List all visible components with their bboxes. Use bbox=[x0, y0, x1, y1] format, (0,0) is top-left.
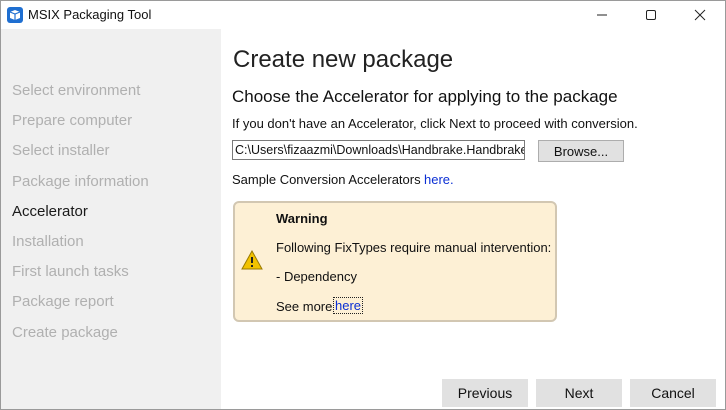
warning-see-more-link[interactable]: here bbox=[332, 297, 364, 314]
minimize-button[interactable] bbox=[579, 1, 625, 29]
msix-app-icon bbox=[6, 6, 24, 24]
previous-button[interactable]: Previous bbox=[442, 379, 528, 407]
wizard-sidebar: Select environment Prepare computer Sele… bbox=[1, 29, 221, 409]
window-title: MSIX Packaging Tool bbox=[28, 7, 152, 22]
sidebar-item-package-report[interactable]: Package report bbox=[12, 293, 114, 310]
browse-button[interactable]: Browse... bbox=[538, 140, 624, 162]
warning-fixtype-item: - Dependency bbox=[276, 269, 357, 284]
section-heading: Choose the Accelerator for applying to t… bbox=[232, 87, 618, 106]
main-panel: Create new package Choose the Accelerato… bbox=[221, 29, 725, 409]
sidebar-item-prepare-computer[interactable]: Prepare computer bbox=[12, 112, 132, 129]
warning-message: Following FixTypes require manual interv… bbox=[276, 240, 552, 255]
sidebar-item-select-environment[interactable]: Select environment bbox=[12, 82, 140, 99]
sidebar-item-installation[interactable]: Installation bbox=[12, 233, 84, 250]
sidebar-item-create-package[interactable]: Create package bbox=[12, 324, 118, 341]
sample-accelerators-link[interactable]: here. bbox=[424, 172, 454, 187]
page-title: Create new package bbox=[233, 46, 454, 73]
warning-panel: Warning Following FixTypes require manua… bbox=[233, 201, 557, 322]
maximize-icon bbox=[646, 10, 656, 20]
cancel-button[interactable]: Cancel bbox=[630, 379, 716, 407]
maximize-button[interactable] bbox=[628, 1, 674, 29]
title-bar: MSIX Packaging Tool bbox=[1, 1, 725, 29]
close-icon bbox=[694, 9, 706, 21]
accelerator-path-input[interactable]: C:\Users\fizaazmi\Downloads\Handbrake.Ha… bbox=[232, 140, 525, 160]
sidebar-item-select-installer[interactable]: Select installer bbox=[12, 142, 110, 159]
warning-title: Warning bbox=[276, 211, 328, 226]
minimize-icon bbox=[597, 14, 607, 16]
warning-icon bbox=[241, 249, 263, 270]
sidebar-item-package-information[interactable]: Package information bbox=[12, 173, 149, 190]
app-window: MSIX Packaging Tool Select environment P… bbox=[0, 0, 726, 410]
warning-see-more-label: See more bbox=[276, 299, 333, 314]
close-button[interactable] bbox=[677, 1, 723, 29]
sample-accelerators-label: Sample Conversion Accelerators bbox=[232, 172, 421, 187]
info-text: If you don't have an Accelerator, click … bbox=[232, 116, 638, 131]
next-button[interactable]: Next bbox=[536, 379, 622, 407]
sidebar-item-first-launch-tasks[interactable]: First launch tasks bbox=[12, 263, 129, 280]
sidebar-item-accelerator[interactable]: Accelerator bbox=[12, 203, 88, 220]
